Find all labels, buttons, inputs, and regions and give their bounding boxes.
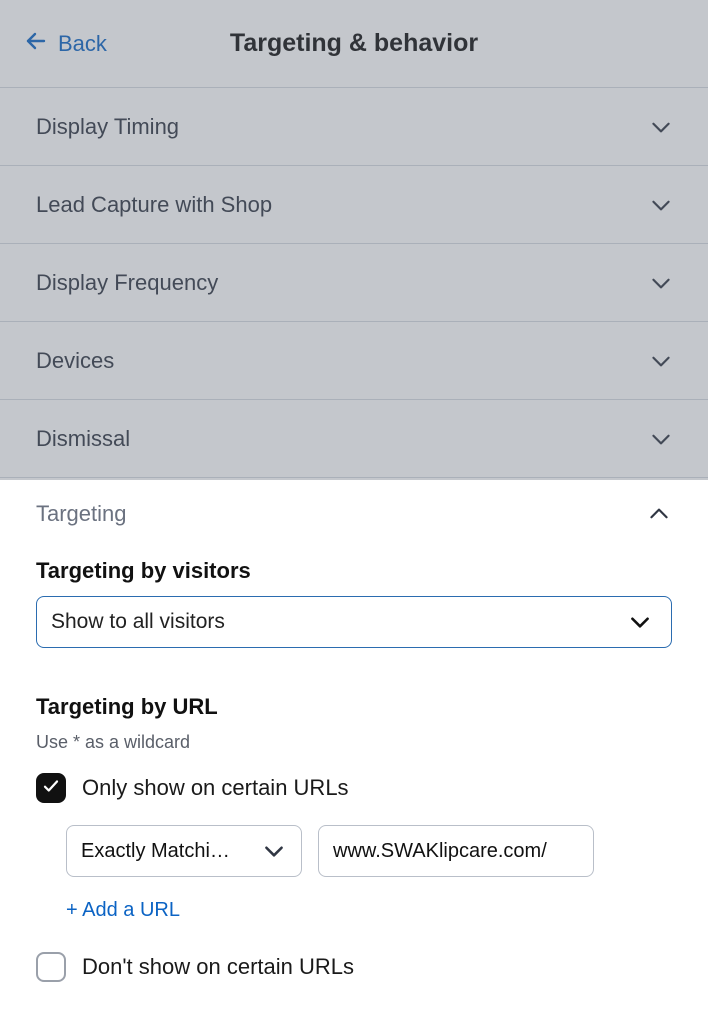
targeting-panel: Targeting Targeting by visitors Show to …	[0, 478, 708, 1016]
accordion-label: Display Timing	[36, 114, 179, 140]
accordion-row-targeting[interactable]: Targeting	[36, 478, 672, 550]
accordion-label: Dismissal	[36, 426, 130, 452]
url-input-wrap	[318, 825, 594, 877]
back-label: Back	[58, 31, 107, 57]
url-input[interactable]	[333, 840, 579, 863]
chevron-down-icon	[648, 114, 674, 140]
only-show-checkbox[interactable]	[36, 773, 66, 803]
only-show-label: Only show on certain URLs	[82, 775, 349, 801]
back-button[interactable]: Back	[24, 29, 107, 59]
dont-show-checkbox[interactable]	[36, 952, 66, 982]
accordion-row-lead-capture[interactable]: Lead Capture with Shop	[0, 166, 708, 244]
only-show-row: Only show on certain URLs	[36, 773, 672, 803]
dont-show-row: Don't show on certain URLs	[36, 952, 672, 982]
visitors-select[interactable]: Show to all visitors	[36, 596, 672, 648]
chevron-down-icon	[648, 426, 674, 452]
accordion-list: Display Timing Lead Capture with Shop Di…	[0, 88, 708, 478]
dont-show-label: Don't show on certain URLs	[82, 954, 354, 980]
accordion-label: Targeting	[36, 501, 127, 527]
chevron-up-icon	[646, 501, 672, 527]
add-url-button[interactable]: + Add a URL	[66, 899, 180, 922]
page-title: Targeting & behavior	[230, 29, 478, 58]
arrow-left-icon	[24, 29, 48, 59]
match-type-select[interactable]: Exactly Matchi…	[66, 825, 302, 877]
targeting-by-visitors-section: Targeting by visitors Show to all visito…	[36, 558, 672, 648]
section-label: Targeting by URL	[36, 694, 672, 720]
select-value: Exactly Matchi…	[81, 840, 230, 863]
chevron-down-icon	[648, 270, 674, 296]
chevron-down-icon	[648, 192, 674, 218]
check-icon	[42, 777, 60, 800]
targeting-by-url-section: Targeting by URL Use * as a wildcard Onl…	[36, 694, 672, 982]
url-rule-editor: Exactly Matchi…	[66, 825, 672, 877]
chevron-down-icon	[627, 609, 653, 635]
accordion-row-devices[interactable]: Devices	[0, 322, 708, 400]
accordion-label: Lead Capture with Shop	[36, 192, 272, 218]
select-value: Show to all visitors	[51, 610, 225, 634]
accordion-label: Display Frequency	[36, 270, 218, 296]
accordion-row-display-frequency[interactable]: Display Frequency	[0, 244, 708, 322]
accordion-row-display-timing[interactable]: Display Timing	[0, 88, 708, 166]
accordion-row-dismissal[interactable]: Dismissal	[0, 400, 708, 478]
chevron-down-icon	[648, 348, 674, 374]
header-bar: Back Targeting & behavior	[0, 0, 708, 88]
section-label: Targeting by visitors	[36, 558, 672, 584]
chevron-down-icon	[261, 838, 287, 864]
accordion-label: Devices	[36, 348, 114, 374]
wildcard-hint: Use * as a wildcard	[36, 732, 672, 753]
